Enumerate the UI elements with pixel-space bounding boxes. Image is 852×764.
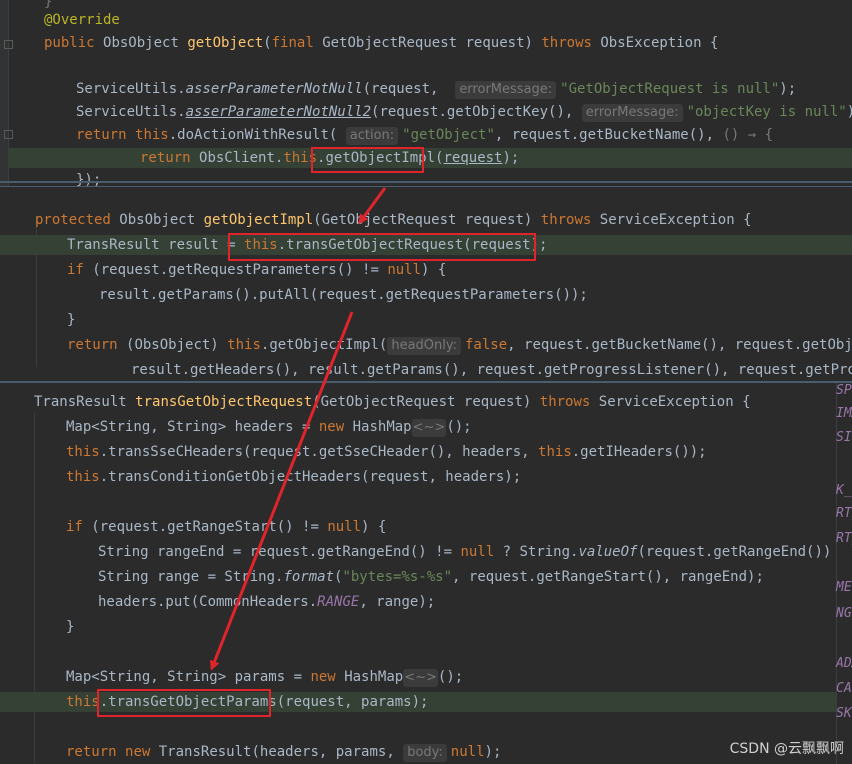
arrow-getObjectImpl-to-definition xyxy=(358,187,387,225)
arrow-transGetObjectRequest-to-definition xyxy=(209,311,354,671)
arrow-overlay xyxy=(209,187,387,671)
watermark: CSDN @云飘飘啊 xyxy=(729,741,844,757)
